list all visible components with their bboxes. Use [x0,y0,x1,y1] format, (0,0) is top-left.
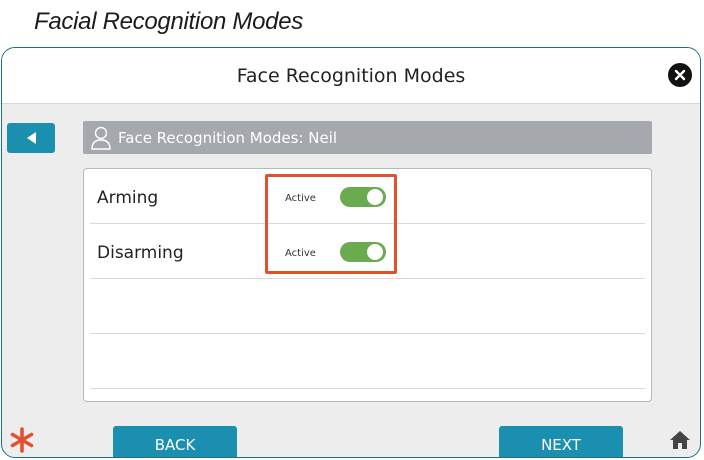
dialog-title: Face Recognition Modes [236,65,466,87]
back-arrow-icon [27,132,36,144]
subheader-bar: Face Recognition Modes: Neil [83,121,652,154]
asterisk-icon[interactable] [8,426,36,454]
empty-row [90,279,645,334]
close-icon [674,69,686,81]
next-button[interactable]: NEXT [499,426,623,457]
back-arrow-button[interactable] [7,123,55,153]
home-icon[interactable] [669,430,691,450]
mode-label: Arming [97,188,159,208]
title-bar: Face Recognition Modes [2,48,700,104]
back-button[interactable]: BACK [113,426,237,457]
mode-label: Disarming [97,243,184,263]
subheader-text: Face Recognition Modes: Neil [118,129,338,147]
page-caption: Facial Recognition Modes [34,8,303,35]
highlight-box [265,174,397,274]
user-icon [91,126,111,150]
empty-row [90,334,645,389]
close-button[interactable] [668,63,692,87]
